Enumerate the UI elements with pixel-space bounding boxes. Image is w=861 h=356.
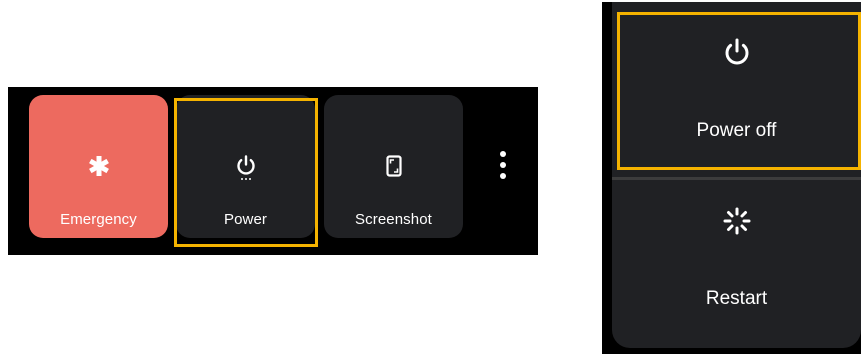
power-off-highlight (617, 12, 861, 170)
screenshot-icon (385, 155, 402, 177)
restart-button[interactable]: Restart (612, 180, 861, 348)
more-options-button[interactable] (492, 145, 514, 185)
restart-icon (723, 207, 750, 235)
screenshot-label: Screenshot (355, 211, 432, 228)
screenshot-button[interactable]: Screenshot (324, 95, 463, 238)
power-button-highlight (174, 98, 318, 247)
restart-label: Restart (705, 288, 768, 309)
asterisk-icon (88, 156, 109, 176)
screenshot-composite: Emergency Power Screenshot Power off Res… (0, 0, 861, 356)
emergency-button[interactable]: Emergency (29, 95, 168, 238)
more-vertical-icon (500, 151, 506, 179)
emergency-label: Emergency (60, 211, 137, 228)
